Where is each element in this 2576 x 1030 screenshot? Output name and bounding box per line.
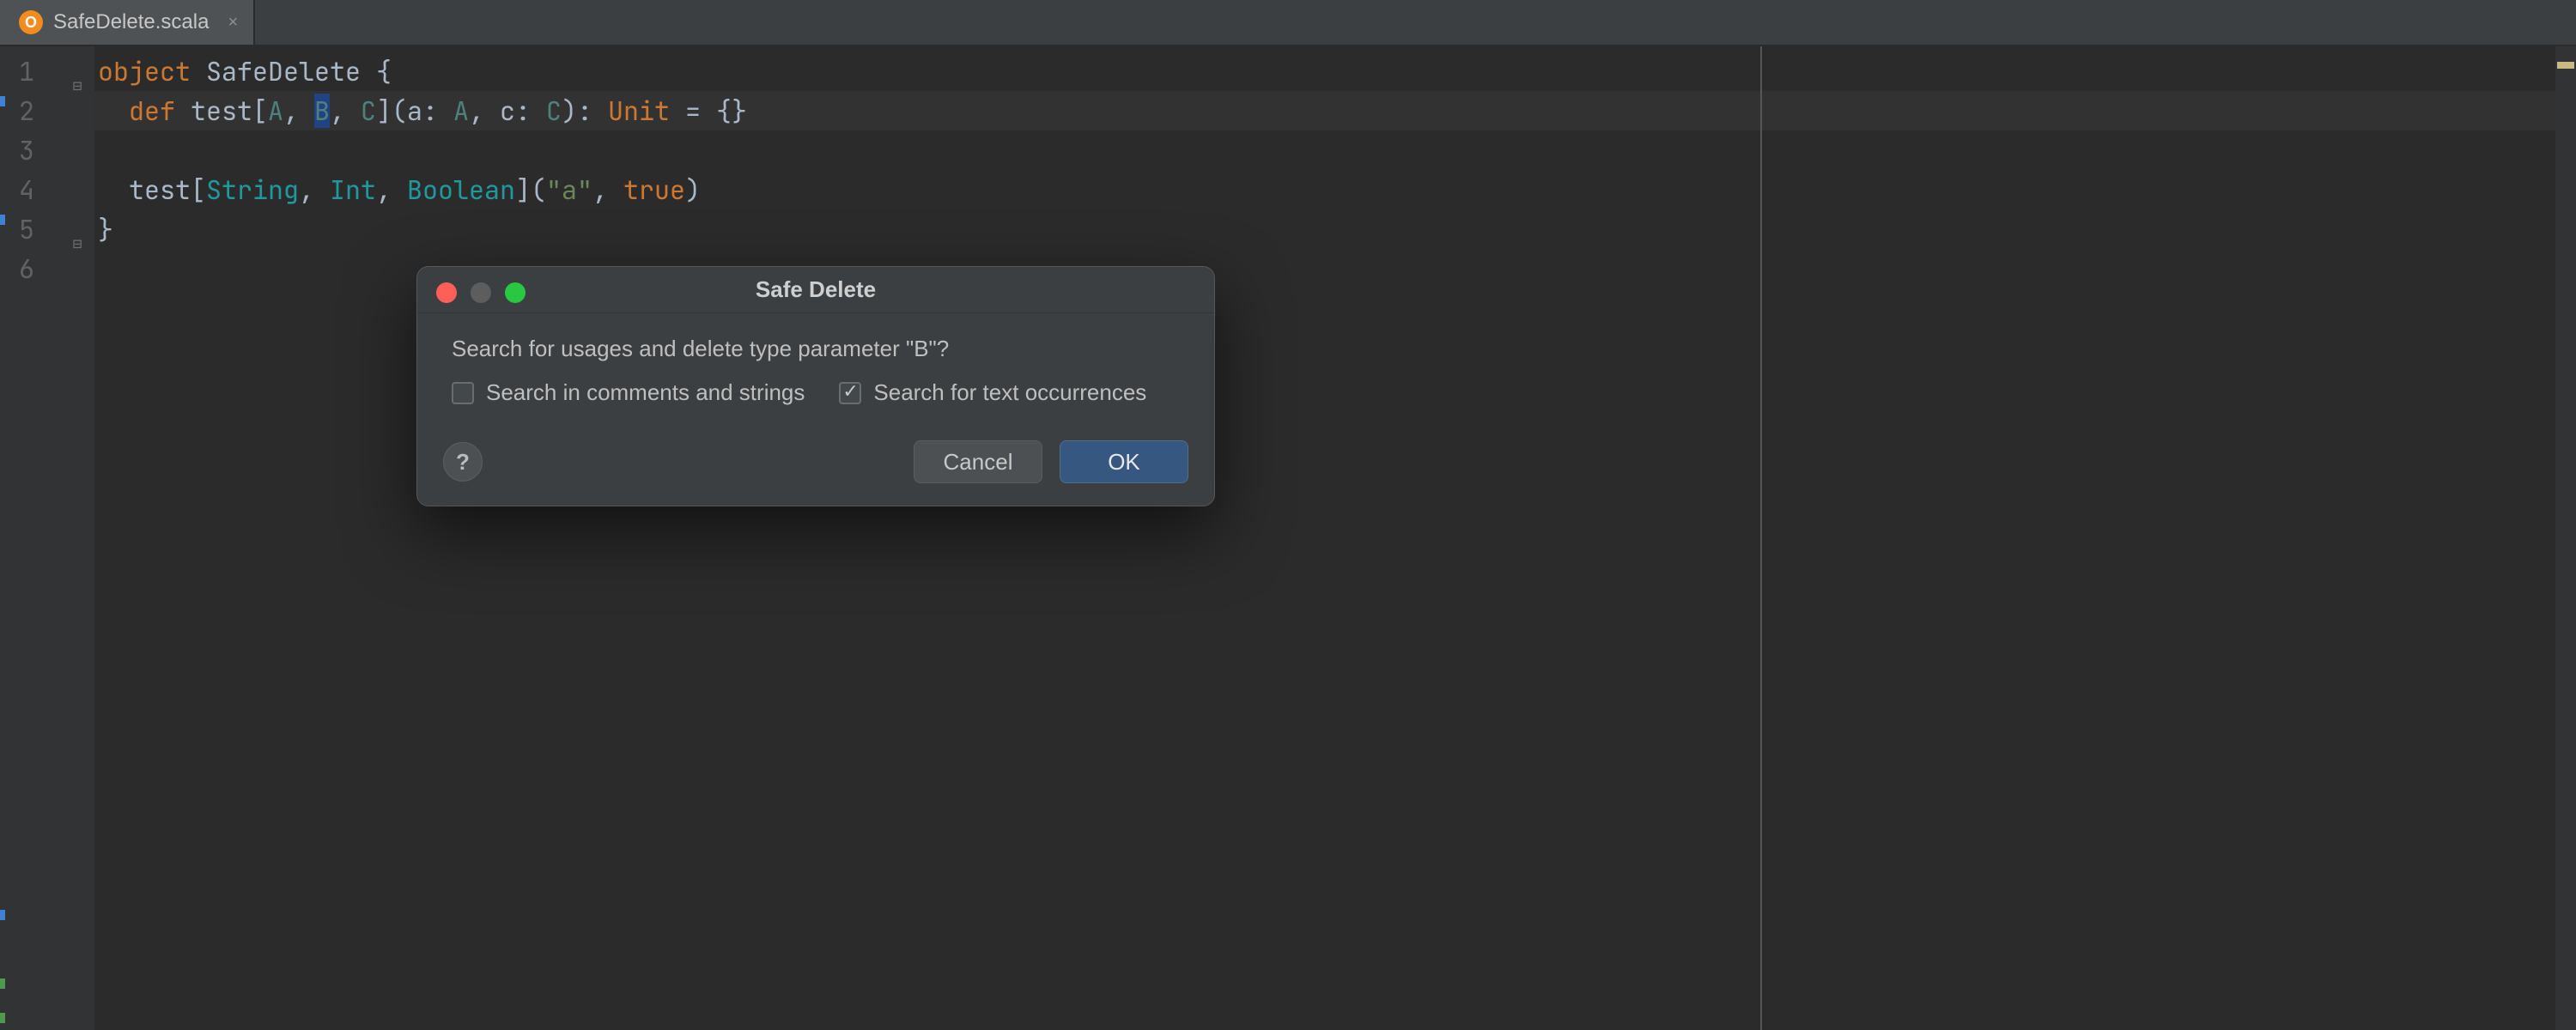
scala-file-icon: O xyxy=(19,10,43,34)
editor[interactable]: 123456 ⊟⊟ object SafeDelete { def test[A… xyxy=(0,46,2576,1030)
window-maximize-icon[interactable] xyxy=(505,282,526,303)
tab-bar: O SafeDelete.scala × xyxy=(0,0,2576,46)
line-numbers: 123456 xyxy=(5,52,69,1030)
checkbox-text-occurrences[interactable]: Search for text occurrences xyxy=(839,379,1146,406)
ok-button[interactable]: OK xyxy=(1060,440,1188,483)
checkbox-comments-strings[interactable]: Search in comments and strings xyxy=(452,379,805,406)
code-line[interactable]: object SafeDelete { xyxy=(94,52,2576,91)
line-number: 4 xyxy=(5,170,34,209)
tab-filename: SafeDelete.scala xyxy=(53,10,209,34)
gutter: 123456 ⊟⊟ xyxy=(0,46,94,1030)
gutter-marks xyxy=(0,52,5,1030)
gutter-mark xyxy=(0,978,5,989)
fold-icon[interactable]: ⊟ xyxy=(69,225,86,242)
checkbox-text-occurrences-input[interactable] xyxy=(839,382,861,404)
line-number: 1 xyxy=(5,52,34,91)
gutter-mark xyxy=(0,1013,5,1023)
line-number: 3 xyxy=(5,130,34,170)
safe-delete-dialog: Safe Delete Search for usages and delete… xyxy=(416,266,1215,506)
help-button[interactable]: ? xyxy=(443,442,483,482)
window-close-icon[interactable] xyxy=(436,282,457,303)
editor-split-divider[interactable] xyxy=(1760,46,1762,1030)
code-line[interactable]: test[String, Int, Boolean]("a", true) xyxy=(94,170,2576,209)
window-minimize-icon[interactable] xyxy=(471,282,491,303)
checkbox-comments-strings-label: Search in comments and strings xyxy=(486,379,805,406)
error-stripe-mark[interactable] xyxy=(2557,62,2574,69)
code-line[interactable]: def test[A, B, C](a: A, c: C): Unit = {} xyxy=(94,91,2576,130)
gutter-mark xyxy=(0,96,5,106)
line-number: 5 xyxy=(5,209,34,249)
cancel-button[interactable]: Cancel xyxy=(914,440,1042,483)
fold-column: ⊟⊟ xyxy=(69,52,94,1030)
gutter-mark xyxy=(0,910,5,920)
dialog-title: Safe Delete xyxy=(417,276,1214,303)
checkbox-comments-strings-input[interactable] xyxy=(452,382,474,404)
code-line[interactable]: } xyxy=(94,209,2576,249)
dialog-options-row: Search in comments and strings Search fo… xyxy=(452,379,1180,406)
checkbox-text-occurrences-label: Search for text occurrences xyxy=(873,379,1146,406)
code-line[interactable] xyxy=(94,130,2576,170)
dialog-message: Search for usages and delete type parame… xyxy=(452,336,1180,362)
gutter-mark xyxy=(0,215,5,225)
line-number: 2 xyxy=(5,91,34,130)
error-stripe[interactable] xyxy=(2555,46,2576,1030)
code-area[interactable]: object SafeDelete { def test[A, B, C](a:… xyxy=(94,46,2576,1030)
window-controls xyxy=(436,282,526,303)
tab-file[interactable]: O SafeDelete.scala × xyxy=(0,0,255,45)
fold-icon[interactable]: ⊟ xyxy=(69,67,86,84)
dialog-body: Search for usages and delete type parame… xyxy=(417,313,1214,432)
dialog-footer: ? Cancel OK xyxy=(417,432,1214,506)
dialog-titlebar: Safe Delete xyxy=(417,267,1214,313)
close-icon[interactable]: × xyxy=(228,13,238,33)
line-number: 6 xyxy=(5,249,34,288)
